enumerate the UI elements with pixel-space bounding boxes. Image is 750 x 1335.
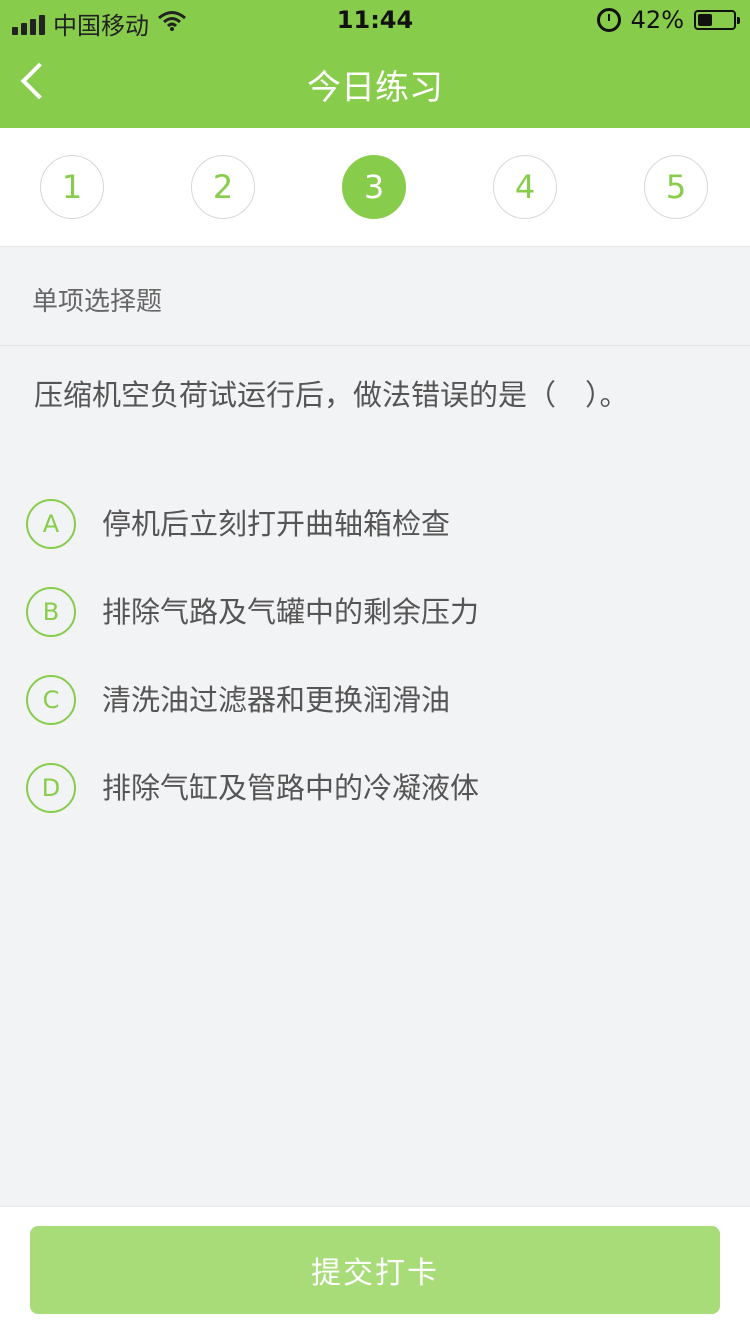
status-right: 42% — [596, 6, 740, 34]
question-text: 压缩机空负荷试运行后，做法错误的是（ ）。 — [34, 378, 629, 412]
option-d[interactable]: D 排除气缸及管路中的冷凝液体 — [26, 763, 716, 815]
question-type-section: 单项选择题 — [0, 247, 750, 346]
page-title: 今日练习 — [307, 68, 443, 108]
option-c-text: 清洗油过滤器和更换润滑油 — [102, 683, 451, 717]
question-number-1[interactable]: 1 — [40, 155, 104, 219]
option-b[interactable]: B 排除气路及气罐中的剩余压力 — [26, 587, 716, 639]
navigation-header: 今日练习 — [0, 40, 750, 128]
question-type-label: 单项选择题 — [32, 287, 163, 317]
option-b-text: 排除气路及气罐中的剩余压力 — [102, 595, 480, 629]
alarm-icon — [596, 8, 621, 32]
status-bar: 中国移动 11:44 42% — [0, 0, 750, 40]
bottom-action-bar: 提交打卡 — [0, 1206, 750, 1335]
option-c-circle: C — [26, 675, 76, 725]
option-a-text: 停机后立刻打开曲轴箱检查 — [102, 507, 451, 541]
top-bar: 中国移动 11:44 42% 今日练习 — [0, 0, 750, 128]
question-number-strip: 1 2 3 4 5 — [0, 128, 750, 247]
battery-icon — [694, 10, 740, 30]
submit-checkin-button[interactable]: 提交打卡 — [30, 1226, 720, 1314]
battery-percent: 42% — [630, 6, 684, 34]
question-number-5[interactable]: 5 — [644, 155, 708, 219]
option-d-text: 排除气缸及管路中的冷凝液体 — [102, 771, 480, 805]
option-a-circle: A — [26, 499, 76, 549]
option-c[interactable]: C 清洗油过滤器和更换润滑油 — [26, 675, 716, 727]
question-number-2[interactable]: 2 — [191, 155, 255, 219]
option-b-circle: B — [26, 587, 76, 637]
option-d-circle: D — [26, 763, 76, 813]
option-a[interactable]: A 停机后立刻打开曲轴箱检查 — [26, 499, 716, 551]
question-number-3-current[interactable]: 3 — [342, 155, 406, 219]
battery-level-fill — [698, 14, 712, 26]
question-number-4[interactable]: 4 — [493, 155, 557, 219]
